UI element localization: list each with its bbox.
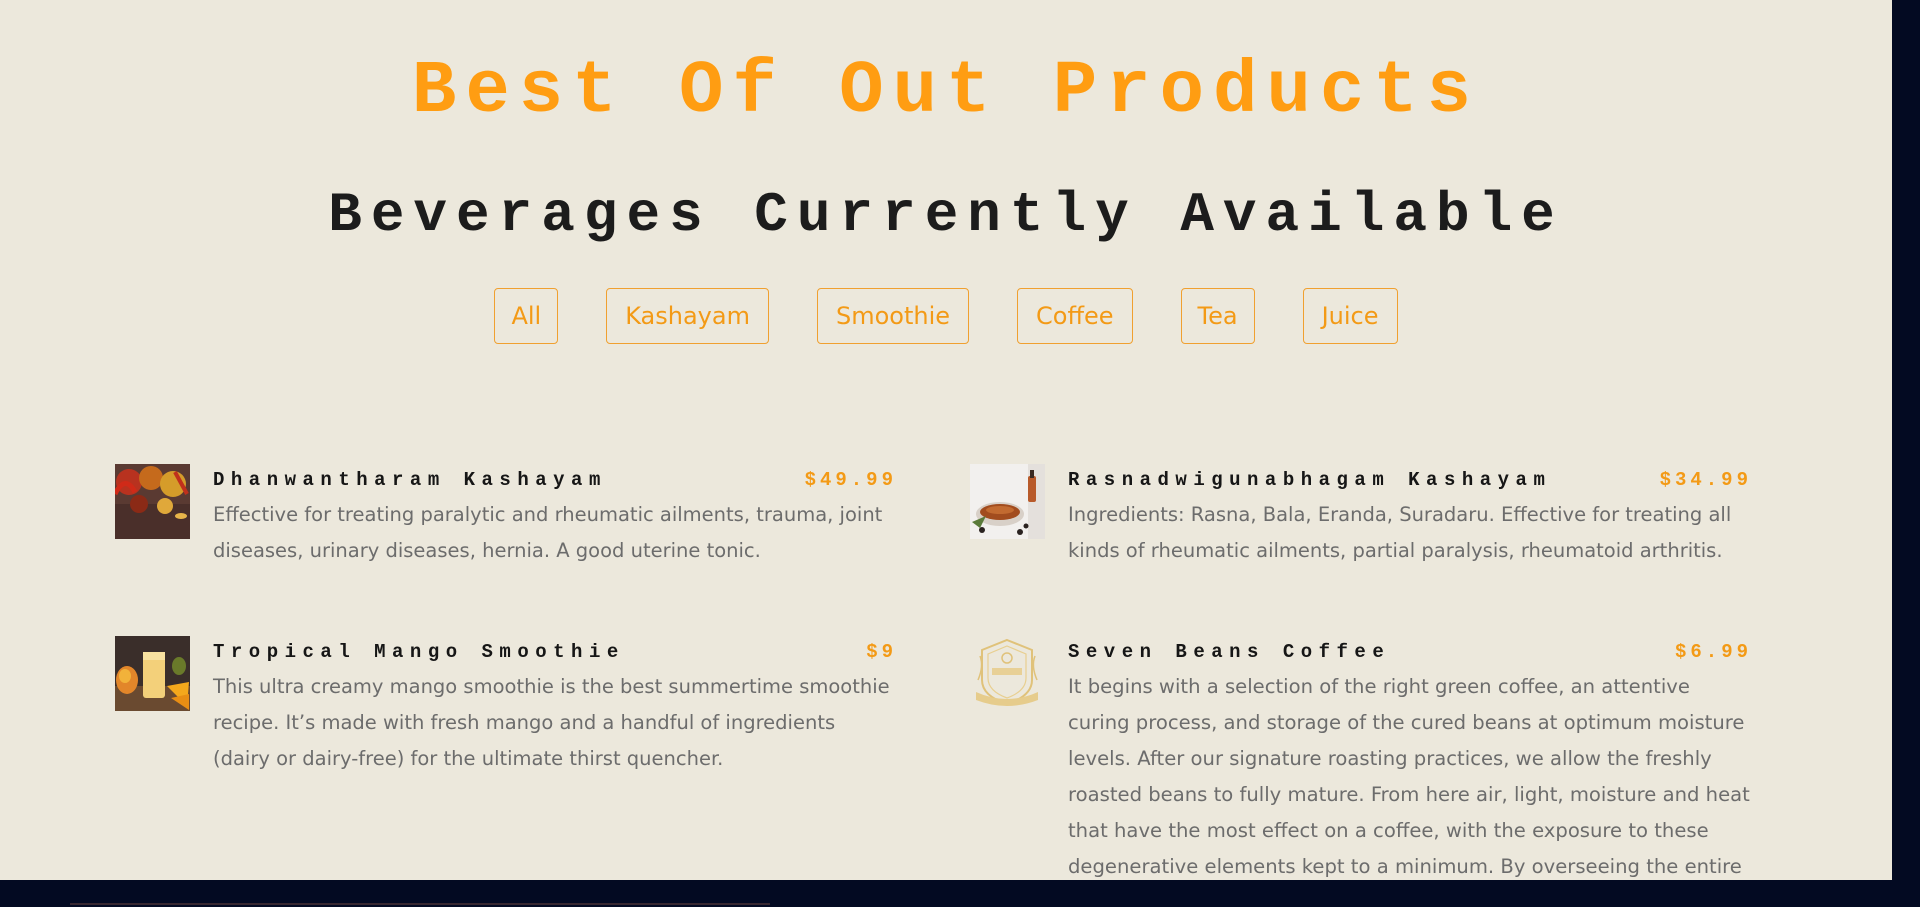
product-description: It begins with a selection of the right … <box>1068 675 1750 878</box>
product-price: $6.99 <box>1674 641 1752 663</box>
page-title: Best Of Out Products <box>411 50 1481 134</box>
product-price: $34.99 <box>1659 469 1752 491</box>
product-name: Seven Beans Coffee <box>1068 641 1391 663</box>
mango-smoothie-photo[interactable] <box>115 636 190 711</box>
product-price: $49.99 <box>804 469 897 491</box>
window-bottom-divider <box>70 903 770 905</box>
filter-smoothie-button[interactable]: Smoothie <box>816 288 970 344</box>
page-content: Best Of Out Products Beverages Currently… <box>0 0 1892 880</box>
product-description: Ingredients: Rasna, Bala, Eranda, Surada… <box>1068 503 1732 562</box>
category-filter-bar: All Kashayam Smoothie Coffee Tea Juice <box>0 288 1892 344</box>
page-subtitle: Beverages Currently Available <box>328 183 1564 247</box>
window-right-edge <box>1892 0 1920 907</box>
filter-kashayam-button[interactable]: Kashayam <box>606 288 769 344</box>
herbal-tea-photo[interactable] <box>970 464 1045 539</box>
filter-all-button[interactable]: All <box>494 288 559 344</box>
filter-coffee-button[interactable]: Coffee <box>1017 288 1133 344</box>
product-description: Effective for treating paralytic and rhe… <box>213 503 883 562</box>
product-name: Rasnadwigunabhagam Kashayam <box>1068 469 1552 491</box>
product-price: $9 <box>866 641 897 663</box>
product-name: Dhanwantharam Kashayam <box>213 469 607 491</box>
product-description: This ultra creamy mango smoothie is the … <box>213 675 890 770</box>
spices-photo[interactable] <box>115 464 190 539</box>
product-name: Tropical Mango Smoothie <box>213 641 625 663</box>
filter-juice-button[interactable]: Juice <box>1302 288 1398 344</box>
coffee-company-logo[interactable] <box>970 636 1045 711</box>
filter-tea-button[interactable]: Tea <box>1180 288 1255 344</box>
